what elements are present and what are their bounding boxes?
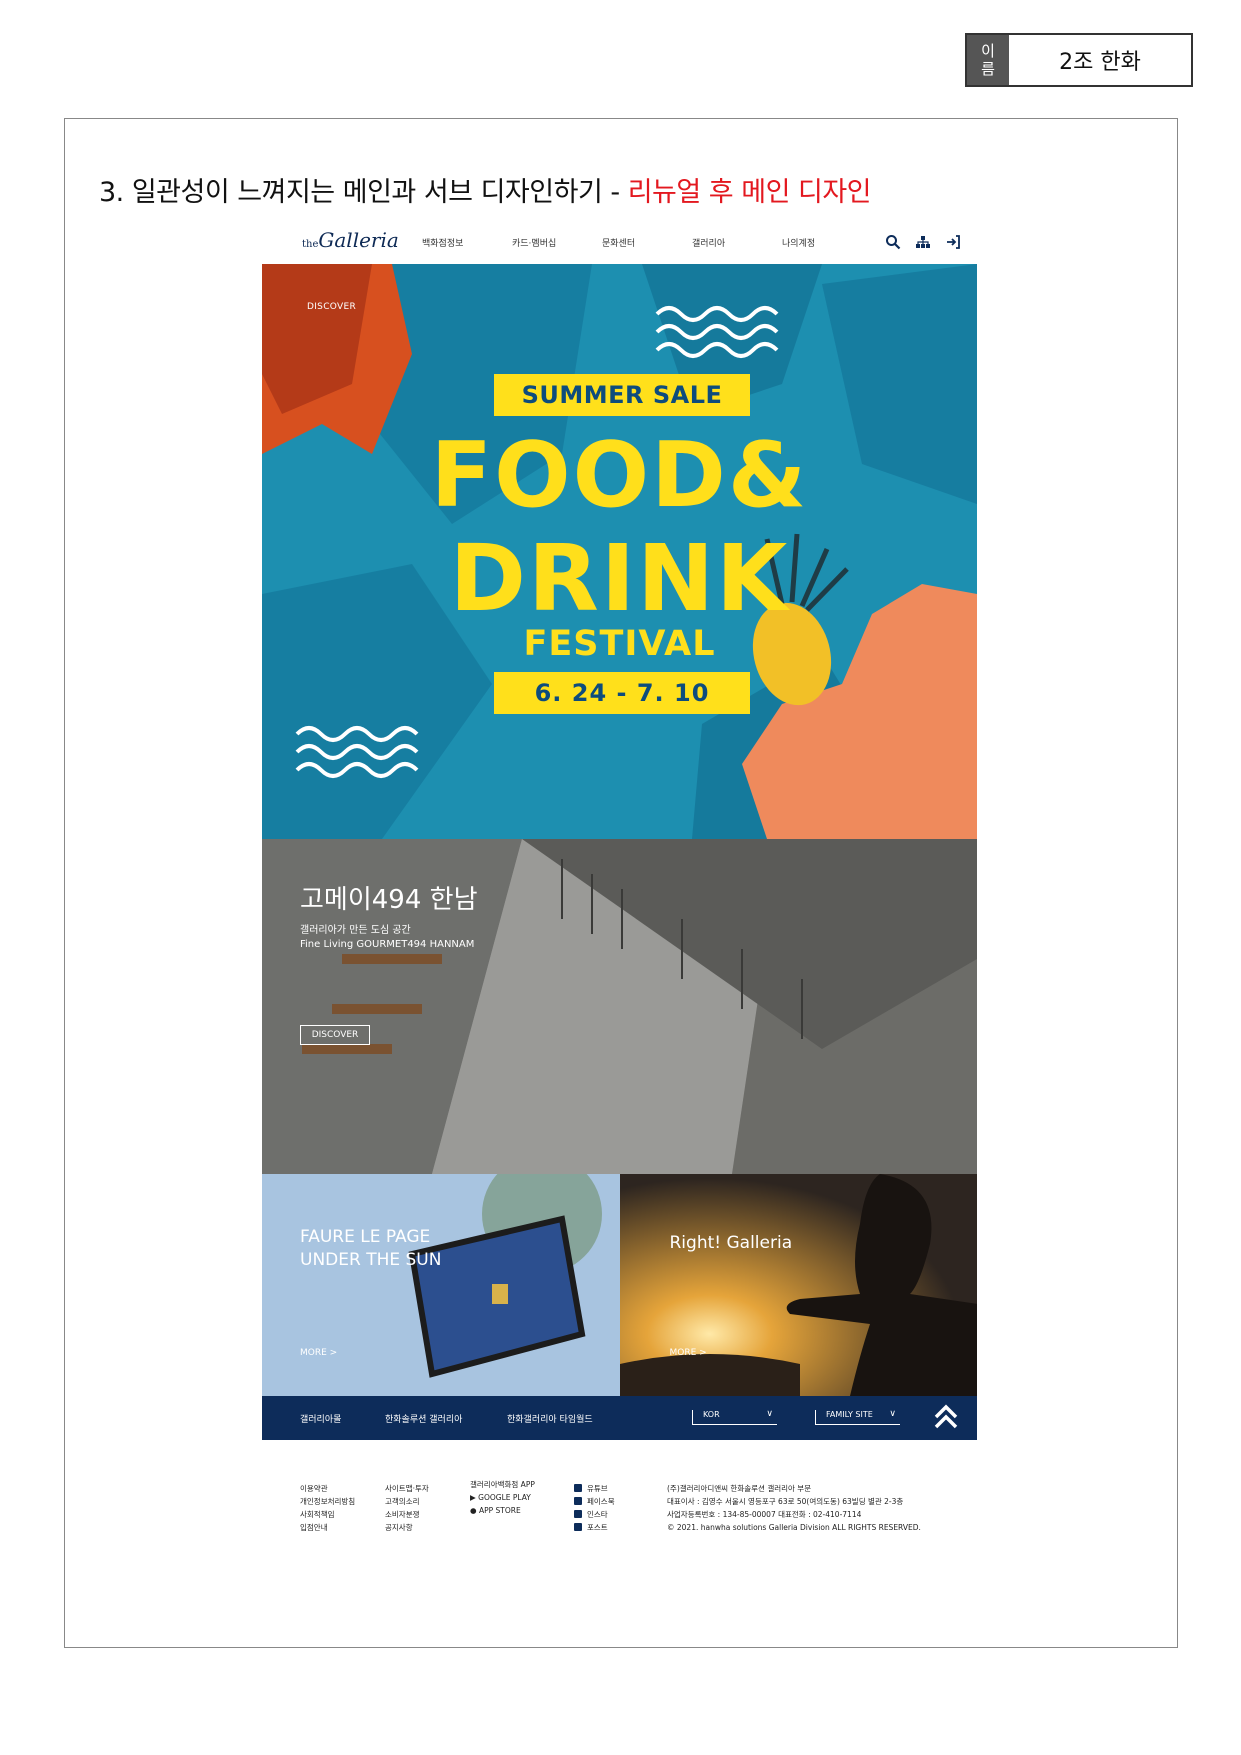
footer-link-privacy[interactable]: 개인정보처리방침 xyxy=(300,1495,355,1508)
title-highlight: 리뉴얼 후 메인 디자인 xyxy=(627,177,872,208)
youtube-label: 유튜브 xyxy=(587,1484,608,1493)
gourmet-tags: Fine Living GOURMET494 HANNAM xyxy=(300,939,475,950)
footer-col-social: 유튜브 페이스북 인스타 포스트 xyxy=(574,1482,615,1534)
hero-title-line2: DRINK xyxy=(449,525,790,632)
naver-post-icon xyxy=(574,1523,582,1531)
hero-banner[interactable]: DISCOVER SUMMER SALE FOOD& DRINK FESTIVA… xyxy=(262,264,977,839)
menu-item-account[interactable]: 나의계정 xyxy=(782,236,872,249)
menu-item-store-info[interactable]: 백화점정보 xyxy=(422,236,512,249)
instagram-icon xyxy=(574,1510,582,1518)
page-title: 3. 일관성이 느껴지는 메인과 서브 디자인하기 - 리뉴얼 후 메인 디자인 xyxy=(99,170,872,209)
faure-title-line1: FAURE LE PAGE xyxy=(300,1227,431,1247)
menu-item-card[interactable]: 카드·멤버십 xyxy=(512,236,602,249)
footer-col-app: 갤러리아백화점 APP ▶ GOOGLE PLAY ● APP STORE xyxy=(470,1478,535,1517)
title-main: 3. 일관성이 느껴지는 메인과 서브 디자인하기 - xyxy=(99,177,628,208)
summer-sale-badge: SUMMER SALE xyxy=(494,374,750,416)
faure-title: FAURE LE PAGE UNDER THE SUN xyxy=(300,1226,441,1272)
youtube-icon xyxy=(574,1484,582,1492)
galleria-logo[interactable]: theGalleria xyxy=(302,228,399,252)
sitemap-icon[interactable] xyxy=(915,234,931,250)
promo-card-right-galleria[interactable]: Right! Galleria MORE > xyxy=(619,1174,977,1396)
hero-dates-badge: 6. 24 - 7. 10 xyxy=(494,672,750,714)
facebook-icon xyxy=(574,1497,582,1505)
promo-card-faure-le-page[interactable]: FAURE LE PAGE UNDER THE SUN MORE > xyxy=(262,1174,620,1396)
app-store-label: APP STORE xyxy=(478,1506,521,1515)
footer-link-terms[interactable]: 이용약관 xyxy=(300,1482,355,1495)
post-label: 포스트 xyxy=(587,1523,608,1532)
gourmet-discover-button[interactable]: DISCOVER xyxy=(300,1025,370,1045)
footer-link-responsibility[interactable]: 사회적책임 xyxy=(300,1508,355,1521)
footer-link-notices[interactable]: 공지사항 xyxy=(385,1521,429,1534)
app-title: 갤러리아백화점 APP xyxy=(470,1480,535,1489)
footer-link-store-entry[interactable]: 입점안내 xyxy=(300,1521,355,1534)
hero-title-line1: FOOD& xyxy=(430,423,809,528)
promo-cards: FAURE LE PAGE UNDER THE SUN MORE > Right!… xyxy=(262,1174,977,1396)
company-registration: 사업자등록번호 : 134-85-00007 대표전화 : 02-410-711… xyxy=(667,1510,862,1519)
footer-link-galleria-mall[interactable]: 갤러리아몰 xyxy=(300,1412,341,1425)
footer-link-hanwha-solutions[interactable]: 한화솔루션 갤러리아 xyxy=(385,1412,462,1425)
gourmet-subtitle: 갤러리아가 만든 도심 공간 xyxy=(300,925,411,936)
login-icon[interactable] xyxy=(945,234,961,250)
menu-item-galleria[interactable]: 갤러리아 xyxy=(692,236,782,249)
footer-col-company: (주)갤러리아디앤씨 한화솔루션 갤러리아 부문 대표이사 : 김영수 서울시 … xyxy=(667,1482,921,1534)
copyright: © 2021. hanwha solutions Galleria Divisi… xyxy=(667,1523,921,1532)
hero-discover-link[interactable]: DISCOVER xyxy=(307,302,356,312)
name-label: 이름 xyxy=(967,35,1009,85)
handbag-photo xyxy=(262,1174,620,1396)
website-mockup: theGalleria 백화점정보 카드·멤버십 문화센터 갤러리아 나의계정 xyxy=(262,222,977,1550)
app-store-link[interactable]: ● APP STORE xyxy=(470,1504,535,1517)
footer-bar: 갤러리아몰 한화솔루션 갤러리아 한화갤러리아 타임월드 KOR FAMILY … xyxy=(262,1396,977,1440)
logo-prefix: the xyxy=(302,239,319,250)
gourmet-title: 고메이494 한남 xyxy=(300,885,478,915)
footer-link-sitemap[interactable]: 사이트맵·투자 xyxy=(385,1482,429,1495)
play-icon: ▶ xyxy=(470,1493,479,1502)
right-galleria-title: Right! Galleria xyxy=(669,1233,793,1253)
sunset-photo xyxy=(619,1174,977,1396)
hero-title-line3: FESTIVAL xyxy=(523,624,716,664)
faure-title-line2: UNDER THE SUN xyxy=(300,1250,442,1270)
company-address: 대표이사 : 김영수 서울시 영등포구 63로 50(여의도동) 63빌딩 별관… xyxy=(667,1497,904,1506)
footer-col-policies: 이용약관 개인정보처리방침 사회적책임 입점안내 xyxy=(300,1482,355,1534)
gourmet-banner[interactable]: 고메이494 한남 갤러리아가 만든 도심 공간 Fine Living GOU… xyxy=(262,839,977,1174)
footer-col-info: 사이트맵·투자 고객의소리 소비자분쟁 공지사항 xyxy=(385,1482,429,1534)
name-value: 2조 한화 xyxy=(1059,50,1141,75)
footer-link-timeworld[interactable]: 한화갤러리아 타임월드 xyxy=(507,1412,593,1425)
main-menu: 백화점정보 카드·멤버십 문화센터 갤러리아 나의계정 xyxy=(422,236,872,249)
name-box: 이름 2조 한화 xyxy=(965,33,1193,87)
site-nav: theGalleria 백화점정보 카드·멤버십 문화센터 갤러리아 나의계정 xyxy=(262,222,977,264)
youtube-link[interactable]: 유튜브 xyxy=(574,1482,615,1495)
right-galleria-more-link[interactable]: MORE > xyxy=(670,1348,707,1358)
google-play-label: GOOGLE PLAY xyxy=(478,1493,531,1502)
facebook-label: 페이스북 xyxy=(587,1497,615,1506)
company-name: (주)갤러리아디앤씨 한화솔루션 갤러리아 부문 xyxy=(667,1484,812,1493)
apple-icon: ● xyxy=(470,1506,479,1515)
footer-link-customer-voice[interactable]: 고객의소리 xyxy=(385,1495,429,1508)
language-select[interactable]: KOR xyxy=(692,1409,777,1425)
instagram-label: 인스타 xyxy=(587,1510,608,1519)
google-play-link[interactable]: ▶ GOOGLE PLAY xyxy=(470,1491,535,1504)
search-icon[interactable] xyxy=(885,234,901,250)
family-site-select[interactable]: FAMILY SITE xyxy=(815,1409,900,1425)
footer-link-disputes[interactable]: 소비자분쟁 xyxy=(385,1508,429,1521)
site-footer: 이용약관 개인정보처리방침 사회적책임 입점안내 사이트맵·투자 고객의소리 소… xyxy=(262,1440,977,1550)
instagram-link[interactable]: 인스타 xyxy=(574,1508,615,1521)
scroll-top-icon[interactable] xyxy=(933,1403,959,1431)
nav-icons xyxy=(885,234,961,250)
logo-text: Galleria xyxy=(318,228,399,252)
faure-more-link[interactable]: MORE > xyxy=(300,1348,337,1358)
post-link[interactable]: 포스트 xyxy=(574,1521,615,1534)
menu-item-culture[interactable]: 문화센터 xyxy=(602,236,692,249)
facebook-link[interactable]: 페이스북 xyxy=(574,1495,615,1508)
